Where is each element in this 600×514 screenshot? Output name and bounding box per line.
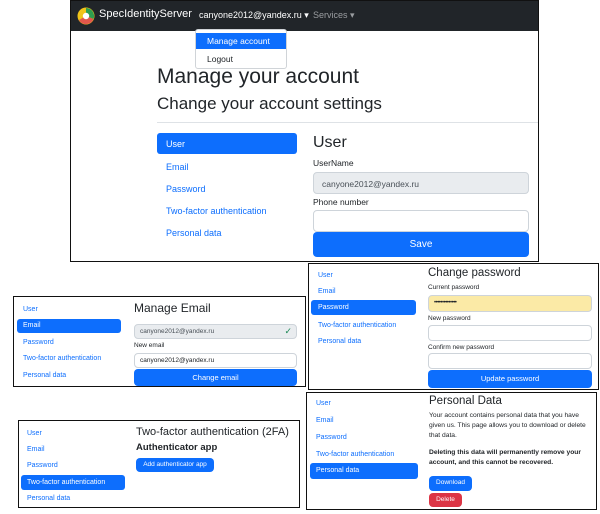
new-password-label: New password [428,315,471,322]
password-panel: User Email Password Two-factor authentic… [308,263,599,390]
brand-logo-icon[interactable] [77,7,95,25]
confirm-password-input[interactable] [428,353,592,369]
personal-data-description: Your account contains personal data that… [429,412,586,439]
sidebar-item-personal-data[interactable]: Personal data [23,372,66,379]
user-dropdown: Manage account Logout [195,29,287,69]
services-menu[interactable]: Services ▾ [313,10,355,21]
section-heading: Manage Email [134,301,211,315]
sidebar-item-two-factor[interactable]: Two-factor authentication [21,475,125,490]
sidebar-item-email[interactable]: Email [27,446,45,453]
section-heading: Personal Data [429,395,502,407]
authenticator-heading: Authenticator app [136,442,218,453]
username-field: canyone2012@yandex.ru [313,172,529,194]
navbar-brand[interactable]: SpecIdentityServer [99,8,192,20]
sidebar-item-two-factor[interactable]: Two-factor authentication [166,206,267,216]
phone-input[interactable] [313,210,529,232]
sidebar-item-user[interactable]: User [316,400,331,407]
sidebar-item-user[interactable]: User [318,272,333,279]
sidebar-item-email[interactable]: Email [316,417,334,424]
sidebar-item-email[interactable]: Email [318,288,336,295]
sidebar-item-personal-data[interactable]: Personal data [27,495,70,502]
sidebar-item-personal-data[interactable]: Personal data [318,338,361,345]
sidebar-item-two-factor[interactable]: Two-factor authentication [23,355,101,362]
new-email-label: New email [134,342,165,349]
sidebar-item-email[interactable]: Email [166,162,189,172]
sidebar-item-user[interactable]: User [23,306,38,313]
sidebar-item-user[interactable]: User [27,430,42,437]
phone-label: Phone number [313,197,369,207]
email-panel: User Email Password Two-factor authentic… [13,296,306,387]
confirm-password-label: Confirm new password [428,344,495,351]
section-heading: User [313,134,347,151]
verified-check-icon: ✓ [284,326,292,336]
navbar: SpecIdentityServer canyone2012@yandex.ru… [71,1,538,31]
sidebar-item-email[interactable]: Email [17,319,121,333]
add-authenticator-button[interactable]: Add authenticator app [136,458,214,472]
section-heading: Two-factor authentication (2FA) [136,426,289,438]
download-button[interactable]: Download [429,476,472,491]
personal-panel: User Email Password Two-factor authentic… [306,392,597,510]
new-email-input[interactable]: canyone2012@yandex.ru [134,353,297,368]
sidebar-item-personal-data[interactable]: Personal data [166,228,222,238]
sidebar-item-user[interactable]: User [157,133,297,154]
sidebar-item-two-factor[interactable]: Two-factor authentication [318,322,396,329]
change-email-button[interactable]: Change email [134,369,297,386]
sidebar-item-password[interactable]: Password [311,300,416,315]
save-button[interactable]: Save [313,232,529,257]
current-password-label: Current password [428,284,480,291]
delete-button[interactable]: Delete [429,493,462,507]
page-title: Manage your account [157,65,359,88]
divider [157,122,538,123]
sidebar-item-password[interactable]: Password [23,339,54,346]
current-password-input[interactable]: •••••••••••••• [428,295,592,312]
sidebar-item-password[interactable]: Password [316,434,347,441]
sidebar-item-password[interactable]: Password [27,462,58,469]
user-menu-toggle[interactable]: canyone2012@yandex.ru ▾ [199,10,309,21]
section-heading: Change password [428,267,521,279]
dropdown-item-manage-account[interactable]: Manage account [196,33,286,49]
update-password-button[interactable]: Update password [428,370,592,388]
sidebar-item-password[interactable]: Password [166,184,206,194]
username-label: UserName [313,158,354,168]
main-window: SpecIdentityServer canyone2012@yandex.ru… [70,0,539,262]
page-subtitle: Change your account settings [157,94,382,113]
new-password-input[interactable] [428,325,592,341]
current-email-field: canyone2012@yandex.ru ✓ [134,324,297,339]
sidebar-item-personal-data[interactable]: Personal data [310,463,418,479]
sidebar-item-two-factor[interactable]: Two-factor authentication [316,451,394,458]
twofa-panel: User Email Password Two-factor authentic… [18,420,300,508]
delete-warning: Deleting this data will permanently remo… [429,449,581,466]
